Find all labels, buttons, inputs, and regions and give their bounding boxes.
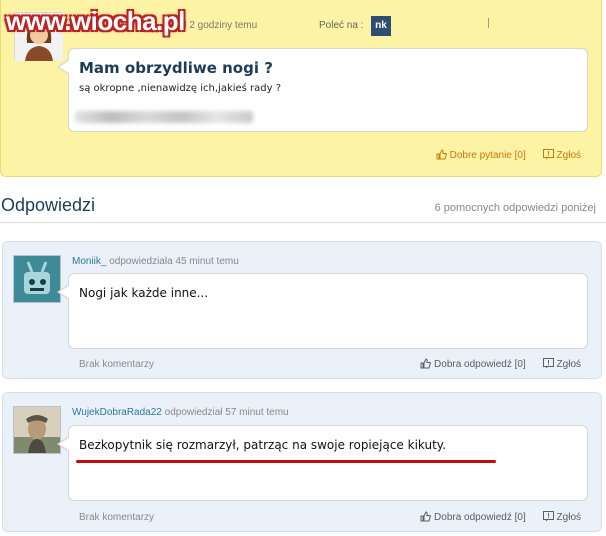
report-question-button[interactable]: Zgłoś xyxy=(542,149,581,161)
comments-link[interactable]: Brak komentarzy xyxy=(79,512,154,523)
report-icon xyxy=(542,358,554,369)
divider xyxy=(0,222,606,223)
answer-meta: WujekDobraRada22 odpowiedział 57 minut t… xyxy=(72,407,289,418)
report-answer-button[interactable]: Zgłoś xyxy=(542,358,581,370)
answer-author-link[interactable]: Moniik_ xyxy=(72,256,106,267)
report-label: Zgłoś xyxy=(556,150,581,161)
answer-author-link[interactable]: WujekDobraRada22 xyxy=(72,407,162,418)
answers-count: 6 pomocnych odpowiedzi poniżej xyxy=(434,202,596,214)
answer-card: Moniik_ odpowiedziała 45 minut temu Nogi… xyxy=(2,241,602,379)
report-icon xyxy=(542,149,554,160)
answers-heading: Odpowiedzi xyxy=(1,195,96,215)
bubble-tail xyxy=(57,59,70,75)
good-answer-button[interactable]: Dobra odpowiedź [0] xyxy=(420,358,529,370)
answer-meta: Moniik_ odpowiedziała 45 minut temu xyxy=(72,256,239,267)
good-answer-label: Dobra odpowiedź [0] xyxy=(434,359,526,370)
answer-bubble: Nogi jak każde inne... xyxy=(57,273,588,349)
answer-time: odpowiedziała 45 minut temu xyxy=(109,256,239,267)
answer-author-avatar[interactable] xyxy=(13,406,61,454)
answer-actions: Dobra odpowiedź [0] Zgłoś xyxy=(406,511,581,523)
robot-avatar-icon xyxy=(14,256,60,302)
thumb-up-icon xyxy=(436,149,447,160)
blurred-text xyxy=(75,111,253,123)
thumb-up-icon xyxy=(420,511,432,522)
bubble-tail xyxy=(57,284,70,300)
answer-author-avatar[interactable] xyxy=(13,255,61,303)
answer-actions: Dobra odpowiedź [0] Zgłoś xyxy=(406,358,581,370)
red-underline-mark xyxy=(76,460,496,463)
answer-bubble: Bezkopytnik się rozmarzył, patrząc na sw… xyxy=(57,425,588,501)
question-title: Mam obrzydliwe nogi ? xyxy=(79,59,273,77)
report-label: Zgłoś xyxy=(556,512,581,523)
good-question-button[interactable]: Dobre pytanie [0] xyxy=(436,149,529,161)
bubble-tail xyxy=(57,436,70,452)
question-body: są okropne ,nienawidzę ich,jakieś rady ? xyxy=(79,83,282,94)
report-label: Zgłoś xyxy=(556,359,581,370)
photo-avatar-icon xyxy=(14,407,60,453)
good-answer-label: Dobra odpowiedź [0] xyxy=(434,512,526,523)
answer-text: Nogi jak każde inne... xyxy=(79,286,209,300)
report-answer-button[interactable]: Zgłoś xyxy=(542,511,581,523)
thumb-up-icon xyxy=(420,358,432,369)
answer-time: odpowiedział 57 minut temu xyxy=(164,407,289,418)
wiocha-watermark-logo: www.wiocha.pl xyxy=(6,6,185,36)
question-time: 2 godziny temu xyxy=(189,20,258,31)
share-label: Poleć na : xyxy=(319,20,364,31)
comments-link[interactable]: Brak komentarzy xyxy=(79,359,154,370)
nk-share-icon[interactable]: nk xyxy=(371,16,391,36)
question-actions: Dobre pytanie [0] Zgłoś xyxy=(422,149,581,161)
report-icon xyxy=(542,511,554,522)
good-question-label: Dobre pytanie [0] xyxy=(449,150,526,161)
question-bubble: Mam obrzydliwe nogi ? są okropne ,nienaw… xyxy=(57,48,588,132)
divider-mark xyxy=(488,18,489,28)
good-answer-button[interactable]: Dobra odpowiedź [0] xyxy=(420,511,529,523)
answer-card: WujekDobraRada22 odpowiedział 57 minut t… xyxy=(2,392,602,532)
answer-text: Bezkopytnik się rozmarzył, patrząc na sw… xyxy=(79,438,447,452)
